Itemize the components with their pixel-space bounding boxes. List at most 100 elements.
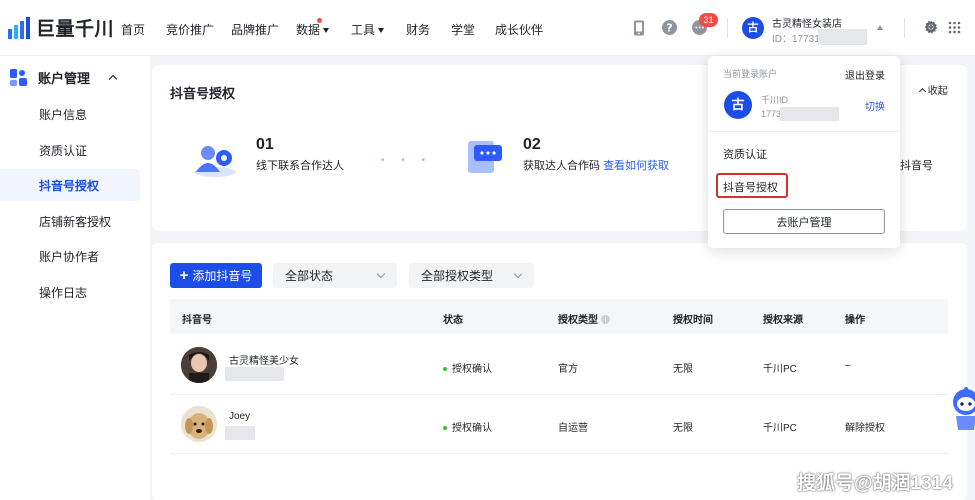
auth-source-cell: 千川PC (763, 423, 797, 434)
popup-menu-qualification[interactable]: 资质认证 (723, 146, 767, 162)
current-account-label: 当前登录账户 (723, 69, 778, 79)
account-avatar-image (181, 406, 217, 442)
table-header: 抖音号 状态 授权类型 授权时间 授权来源 操作 (170, 299, 948, 334)
auth-source-cell: 千川PC (763, 364, 797, 375)
dog-thumbnail (181, 406, 217, 442)
nav-finance[interactable]: 财务 (406, 21, 430, 38)
nav-academy[interactable]: 学堂 (451, 21, 475, 38)
chevron-up-icon (918, 87, 927, 96)
step-1-text: 线下联系合作达人 (256, 160, 344, 172)
status-cell: 授权确认 (443, 419, 492, 434)
sidebar: 账户管理 账户信息 资质认证 抖音号授权 店铺新客授权 账户协作者 操作日志 (0, 56, 150, 500)
step-2-label: 获取达人合作码 (523, 160, 600, 172)
nav-partners[interactable]: 成长伙伴 (495, 21, 543, 38)
step-2-text: 获取达人合作码 查看如何获取 (523, 157, 669, 173)
brand-logo[interactable]: 巨量千川 (8, 14, 114, 41)
nav-data-label: 数据 (296, 23, 321, 37)
contact-talent-icon (194, 146, 236, 177)
logo-mark-icon (8, 16, 30, 39)
row-divider (170, 453, 948, 454)
column-header-account: 抖音号 (182, 315, 212, 326)
chevron-down-icon (376, 269, 386, 279)
settings-icon[interactable] (924, 20, 938, 34)
nav-tools[interactable]: 工具 (351, 21, 385, 38)
notification-badge: 31 (699, 13, 718, 27)
revoke-authorization-link[interactable]: 解除授权 (845, 419, 885, 434)
status-filter-value: 全部状态 (285, 269, 334, 283)
status-cell: 授权确认 (443, 360, 492, 375)
column-header-actions: 操作 (845, 315, 865, 326)
popup-avatar: 古 (724, 91, 752, 119)
sidebar-group-account[interactable]: 账户管理 (10, 68, 118, 87)
logout-link[interactable]: 退出登录 (845, 67, 885, 82)
chevron-up-icon (108, 74, 118, 84)
assistant-robot-icon[interactable] (950, 386, 975, 432)
collapse-button[interactable]: 收起 (918, 82, 948, 97)
sidebar-item-qualification[interactable]: 资质认证 (39, 142, 87, 159)
sidebar-item-store-auth[interactable]: 店铺新客授权 (39, 213, 111, 230)
masked-id (818, 29, 867, 45)
account-name: Joey (229, 411, 251, 422)
step-1-number: 01 (256, 136, 274, 153)
step-3-text: 抖音号 (900, 160, 933, 172)
how-to-get-link[interactable]: 查看如何获取 (603, 160, 669, 172)
nav-brand[interactable]: 品牌推广 (231, 21, 279, 38)
account-dropdown-popup: 当前登录账户 退出登录 古 千川ID 1773 切换 资质认证 抖音号授权 去账… (708, 56, 900, 248)
column-header-auth-source: 授权来源 (763, 315, 803, 326)
step-connector: • • • (381, 155, 433, 166)
status-text: 授权确认 (452, 364, 492, 375)
collapse-label: 收起 (927, 86, 948, 97)
caret-down-icon (323, 28, 330, 34)
auth-time-cell: 无限 (673, 423, 693, 434)
help-icon[interactable]: ? (662, 20, 677, 35)
page-title: 抖音号授权 (170, 86, 236, 101)
caret-down-icon (378, 28, 385, 34)
highlight-annotation-box (716, 173, 788, 198)
qianchuan-id-label: 千川ID (761, 95, 789, 105)
portrait-thumbnail (181, 347, 217, 383)
go-account-management-button[interactable]: 去账户管理 (723, 209, 885, 234)
add-douyin-account-button[interactable]: + 添加抖音号 (170, 263, 262, 288)
sidebar-item-account-info[interactable]: 账户信息 (39, 106, 87, 123)
divider (727, 18, 728, 38)
brand-name: 巨量千川 (36, 19, 115, 40)
column-header-auth-type: 授权类型 (558, 311, 610, 326)
status-dot (443, 426, 447, 431)
manage-button-label: 去账户管理 (776, 216, 832, 229)
status-dot (443, 367, 447, 372)
masked-account-id (225, 367, 284, 381)
nav-tools-label: 工具 (351, 23, 376, 37)
auth-type-filter-select[interactable]: 全部授权类型 (409, 263, 534, 288)
account-name[interactable]: 古灵精怪女装店 (772, 15, 842, 30)
action-cell: – (845, 360, 851, 371)
auth-type-header-label: 授权类型 (558, 315, 598, 326)
divider (708, 131, 900, 132)
auth-type-filter-value: 全部授权类型 (421, 269, 494, 283)
auth-time-cell: 无限 (673, 364, 693, 375)
account-management-icon (10, 69, 27, 86)
auth-type-cell: 官方 (558, 364, 578, 375)
sidebar-item-douyin-auth[interactable]: 抖音号授权 (39, 177, 99, 194)
top-navigation-bar: 巨量千川 首页 竞价推广 品牌推广 数据 工具 财务 学堂 成长伙伴 ? 31 … (0, 0, 975, 56)
phone-icon[interactable] (633, 20, 645, 36)
sidebar-item-operation-log[interactable]: 操作日志 (39, 284, 87, 301)
account-avatar[interactable]: 古 (742, 17, 764, 39)
switch-account-link[interactable]: 切换 (865, 98, 885, 113)
cooperation-code-icon (468, 141, 502, 173)
status-filter-select[interactable]: 全部状态 (273, 263, 397, 288)
row-divider (170, 394, 948, 395)
nav-data[interactable]: 数据 (296, 21, 330, 38)
plus-icon: + (179, 266, 189, 284)
caret-up-icon[interactable] (877, 25, 883, 30)
column-header-auth-time: 授权时间 (673, 315, 713, 326)
apps-grid-icon[interactable] (948, 21, 961, 34)
masked-account-id (225, 426, 255, 440)
account-name: 古灵精怪美少女 (229, 356, 299, 367)
masked-id (780, 107, 839, 121)
sidebar-item-collaborators[interactable]: 账户协作者 (39, 248, 99, 265)
step-2-number: 02 (523, 136, 541, 153)
auth-type-cell: 自运营 (558, 423, 588, 434)
nav-home[interactable]: 首页 (121, 21, 145, 38)
info-icon[interactable] (601, 315, 610, 324)
nav-bidding[interactable]: 竞价推广 (166, 21, 214, 38)
